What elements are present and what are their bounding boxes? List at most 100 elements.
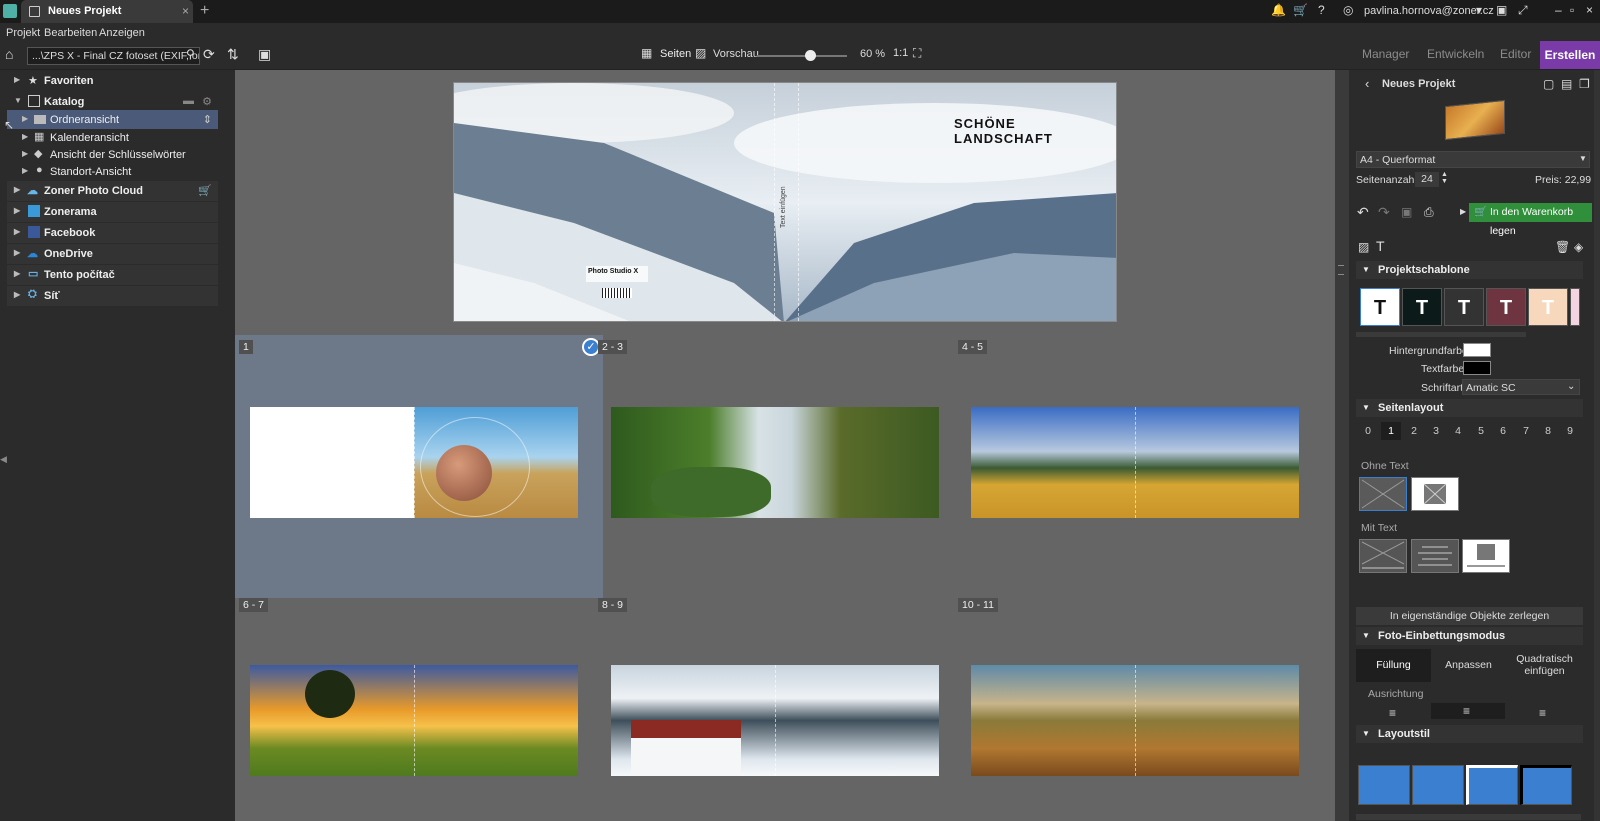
print-icon[interactable]: ⎙ [1424, 205, 1434, 220]
layout-with-text-3[interactable] [1462, 539, 1510, 573]
section-foto-einbettungsmodus[interactable]: ▼ Foto-Einbettungsmodus [1356, 627, 1583, 645]
view-pages-button[interactable]: Seiten [660, 48, 691, 60]
expand-icon[interactable]: ▶ [22, 114, 28, 123]
menu-projekt[interactable]: Projekt [6, 27, 40, 39]
scroll-grip[interactable] [1338, 265, 1344, 275]
pagecount-stepper[interactable]: 24 [1415, 172, 1439, 187]
expand-icon[interactable]: ▶ [14, 185, 20, 194]
expand-icon[interactable]: ▶ [22, 166, 28, 175]
minimize-icon[interactable]: – [1555, 3, 1562, 17]
menu-anzeigen[interactable]: Anzeigen [99, 27, 145, 39]
template-gray[interactable]: T [1444, 288, 1484, 326]
style-3[interactable] [1466, 765, 1518, 805]
collapse-icon[interactable]: ▼ [14, 96, 22, 105]
tree-standort[interactable]: ▶ ● Standort-Ansicht [7, 162, 218, 182]
style-1[interactable] [1358, 765, 1410, 805]
embed-fit-button[interactable]: Anpassen [1431, 649, 1506, 682]
expand-icon[interactable]: ▶ [22, 132, 28, 141]
new-tab-icon[interactable]: + [200, 2, 209, 20]
fit-icon[interactable]: ⛶ [913, 46, 921, 61]
close-icon[interactable]: × [1586, 3, 1593, 17]
template-white[interactable]: T [1360, 288, 1400, 326]
text-icon[interactable]: T [1376, 238, 1385, 254]
tree-katalog[interactable]: ▼ Katalog ▬ ⚙ [7, 92, 218, 112]
layout-with-text-2[interactable] [1411, 539, 1459, 573]
delete-icon[interactable]: 🗑 [1555, 240, 1570, 254]
mode-erstellen[interactable]: Erstellen [1540, 41, 1600, 69]
align-center-button[interactable]: ≡ [1431, 703, 1505, 719]
mode-manager[interactable]: Manager [1362, 47, 1409, 61]
split-objects-button[interactable]: In eigenständige Objekte zerlegen [1356, 607, 1583, 625]
template-pink[interactable] [1570, 288, 1580, 326]
page-1-blank[interactable] [250, 407, 414, 518]
layout-9[interactable]: 9 [1560, 422, 1580, 440]
cover-spread[interactable]: SCHÖNE LANDSCHAFT Text einfügen Photo St… [453, 82, 1117, 322]
stepper-arrows-icon[interactable]: ▲ ▼ [1441, 171, 1448, 185]
sort-icon[interactable]: ⇅ [227, 46, 239, 63]
align-right-icon[interactable]: ≡ [1539, 706, 1546, 720]
layout-7[interactable]: 7 [1516, 422, 1536, 440]
expand-icon[interactable]: ▶ [14, 227, 20, 236]
actual-size-icon[interactable]: 1:1 [893, 47, 908, 59]
dropdown-icon[interactable]: ▾ [1476, 3, 1482, 17]
page-2-3-photo[interactable] [611, 407, 939, 518]
tree-onedrive[interactable]: ▶ ☁ OneDrive [7, 244, 218, 264]
tree-sit[interactable]: ▶ ⛭ Síť [7, 286, 218, 306]
layout-with-text-1[interactable] [1359, 539, 1407, 573]
layout-6[interactable]: 6 [1493, 422, 1513, 440]
redo-icon[interactable]: ↷ [1378, 204, 1390, 221]
font-select[interactable]: Amatic SC ⌄ [1462, 379, 1580, 395]
fullscreen-icon[interactable]: ⤢ [1518, 3, 1528, 18]
expand-icon[interactable]: ▶ [14, 206, 20, 215]
help-icon[interactable]: ? [1318, 3, 1325, 17]
expand-icon[interactable]: ▶ [22, 149, 28, 158]
monitor-icon[interactable]: ▣ [1496, 3, 1507, 17]
cart-icon[interactable]: 🛒 [198, 184, 212, 197]
canvas-scrollbar[interactable] [1335, 70, 1349, 821]
image-icon[interactable]: ▨ [695, 46, 706, 60]
save-icon[interactable]: ▣ [1401, 205, 1412, 219]
path-input[interactable]: ...\ZPS X - Final CZ fotoset (EXIF, ordn [27, 47, 200, 65]
account-icon[interactable]: ◎ [1343, 3, 1353, 17]
bell-icon[interactable]: 🔔 [1271, 3, 1286, 17]
layout-0[interactable]: 0 [1358, 422, 1378, 440]
format-select[interactable]: A4 - Querformat ▼ [1356, 151, 1590, 168]
spine-text[interactable]: Text einfügen [780, 186, 787, 228]
tree-ordneransicht[interactable]: ▶ Ordneransicht ⇕ [7, 110, 218, 129]
sort-arrows-icon[interactable]: ⇕ [203, 113, 212, 126]
layout-no-text-2[interactable] [1411, 477, 1459, 511]
layout-3[interactable]: 3 [1426, 422, 1446, 440]
gear-icon[interactable]: ⚙ [202, 95, 212, 108]
cart-icon[interactable]: 🛒 [1293, 3, 1308, 17]
tree-zonerama[interactable]: ▶ Zonerama [7, 202, 218, 222]
bg-color-swatch[interactable] [1463, 343, 1491, 357]
grid-icon[interactable]: ▦ [641, 46, 652, 60]
expand-icon[interactable]: ▶ [14, 75, 20, 84]
layout-8[interactable]: 8 [1538, 422, 1558, 440]
panel-scrollbar[interactable] [1594, 70, 1600, 821]
expand-icon[interactable]: ▶ [14, 248, 20, 257]
template-peach[interactable]: T [1528, 288, 1568, 326]
view-preview-button[interactable]: Vorschau [713, 48, 759, 60]
menu-bearbeiten[interactable]: Bearbeiten [44, 27, 97, 39]
close-tab-icon[interactable]: × [182, 4, 189, 18]
layout-5[interactable]: 5 [1471, 422, 1491, 440]
expand-icon[interactable]: ▶ [14, 269, 20, 278]
home-folder-icon[interactable]: ⌂ [5, 46, 13, 62]
layout-no-text-1[interactable] [1359, 477, 1407, 511]
embed-fill-button[interactable]: Füllung [1356, 649, 1431, 682]
tab-neues-projekt[interactable]: Neues Projekt × [21, 0, 193, 23]
undo-icon[interactable]: ↶ [1357, 204, 1369, 221]
zoom-slider[interactable] [757, 50, 847, 61]
embed-square-button[interactable]: Quadratisch einfügen [1506, 649, 1583, 682]
template-scrollbar[interactable] [1356, 332, 1526, 337]
align-left-icon[interactable]: ≡ [1389, 706, 1396, 720]
tree-tento-pocitac[interactable]: ▶ ▭ Tento počítač [7, 265, 218, 285]
mode-entwickeln[interactable]: Entwickeln [1427, 47, 1484, 61]
search-icon[interactable]: ⚲ [186, 47, 195, 61]
layout-2[interactable]: 2 [1404, 422, 1424, 440]
maximize-icon[interactable]: ▫ [1570, 3, 1574, 17]
tree-zoner-cloud[interactable]: ▶ ☁ Zoner Photo Cloud 🛒 [7, 181, 218, 201]
folder-icon[interactable]: ▬ [183, 95, 194, 107]
text-color-swatch[interactable] [1463, 361, 1491, 375]
